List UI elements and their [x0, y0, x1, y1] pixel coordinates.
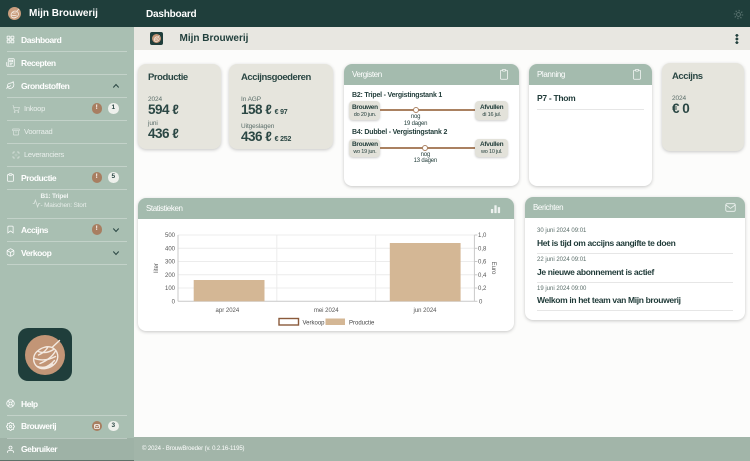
svg-text:0,6: 0,6: [478, 260, 487, 266]
svg-text:0,4: 0,4: [478, 273, 487, 279]
svg-text:liter: liter: [154, 263, 160, 273]
svg-text:100: 100: [165, 286, 176, 292]
svg-text:Verkoop: Verkoop: [303, 321, 326, 327]
svg-text:0,8: 0,8: [478, 246, 487, 252]
svg-text:Euro: Euro: [490, 262, 496, 275]
svg-text:1,0: 1,0: [478, 233, 487, 239]
svg-text:jun 2024: jun 2024: [412, 308, 437, 314]
svg-text:mei 2024: mei 2024: [314, 308, 339, 314]
svg-text:0: 0: [479, 299, 483, 305]
svg-text:500: 500: [165, 233, 176, 239]
svg-text:0: 0: [172, 299, 176, 305]
svg-text:0,2: 0,2: [478, 286, 487, 292]
svg-text:apr 2024: apr 2024: [216, 308, 240, 314]
svg-text:200: 200: [165, 273, 176, 279]
svg-text:Productie: Productie: [349, 321, 375, 327]
svg-text:300: 300: [165, 260, 176, 266]
svg-text:400: 400: [165, 246, 176, 252]
